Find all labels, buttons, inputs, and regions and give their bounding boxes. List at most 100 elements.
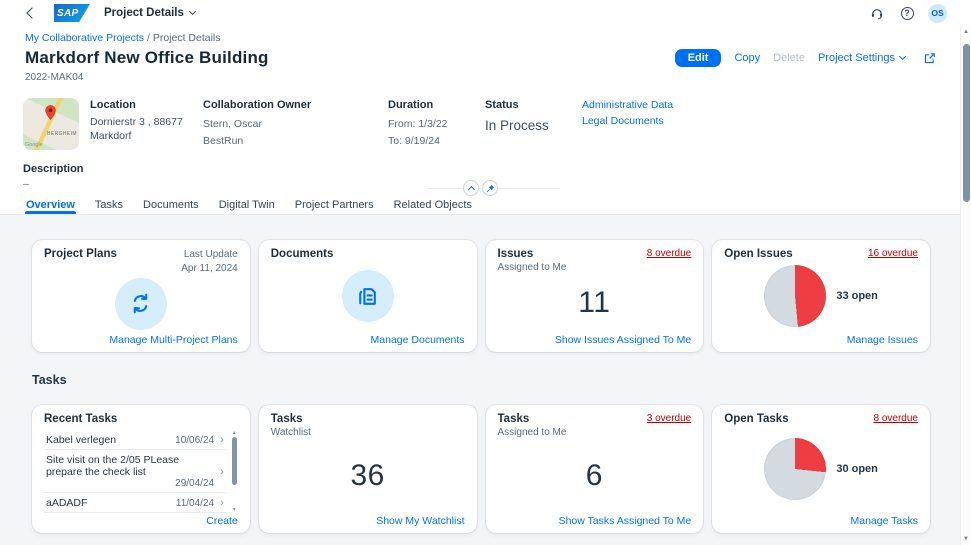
location-value: Dornierstr 3 , 88677 Markdorf [90, 115, 183, 143]
create-task-link[interactable]: Create [206, 515, 238, 527]
tab-digital-twin[interactable]: Digital Twin [218, 196, 276, 214]
tab-bar: Overview Tasks Documents Digital Twin Pr… [0, 196, 960, 215]
card-title: Tasks [497, 413, 530, 425]
card-title: Documents [270, 248, 334, 260]
card-open-issues: Open Issues 16 overdue 33 open Manage Is… [712, 240, 930, 352]
scroll-up-icon[interactable]: ▲ [231, 430, 238, 436]
overview-card-row: Project Plans Last Update Apr 11, 2024 M… [32, 240, 930, 352]
task-name: aADADF [46, 497, 88, 509]
task-date: 10/06/24 [175, 434, 215, 446]
task-date: 29/04/24 [175, 478, 215, 489]
project-settings-menu[interactable]: Project Settings [818, 52, 907, 64]
show-my-watchlist-link[interactable]: Show My Watchlist [376, 515, 464, 527]
shell-bar: SAP Project Details ? OS [0, 0, 971, 26]
header-actions: Edit Copy Delete Project Settings [674, 47, 940, 69]
card-tasks-watchlist: Tasks Watchlist 36 Show My Watchlist [258, 405, 477, 533]
scroll-down-icon[interactable]: ▼ [231, 507, 238, 513]
card-recent-tasks: Recent Tasks Kabel verlegen 10/06/24 › S… [32, 405, 250, 533]
chevron-right-icon: › [220, 434, 224, 446]
duration-from: From: 1/3/22 [388, 117, 448, 130]
tasks-card-row: Recent Tasks Kabel verlegen 10/06/24 › S… [32, 405, 930, 533]
chevron-right-icon: › [220, 497, 224, 509]
manage-issues-link[interactable]: Manage Issues [847, 334, 918, 346]
open-tasks-count-label: 30 open [836, 463, 878, 475]
description-label: Description [23, 163, 84, 175]
tab-project-partners[interactable]: Project Partners [294, 196, 375, 214]
list-scrollbar-thumb[interactable] [231, 437, 237, 486]
collapse-icon [467, 185, 475, 193]
card-title: Open Tasks [724, 413, 789, 425]
delete-button[interactable]: Delete [773, 52, 805, 64]
location-label: Location [90, 99, 136, 111]
sap-logo[interactable]: SAP [54, 4, 90, 22]
administrative-data-link[interactable]: Administrative Data [582, 99, 673, 111]
duration-label: Duration [388, 99, 434, 111]
tasks-assigned-count: 6 [585, 458, 603, 492]
breadcrumb-link-parent[interactable]: My Collaborative Projects [25, 32, 144, 44]
manage-tasks-link[interactable]: Manage Tasks [850, 515, 918, 527]
scroll-down-icon[interactable]: ▼ [961, 536, 971, 542]
card-title: Issues [497, 248, 534, 260]
overview-content: Project Plans Last Update Apr 11, 2024 M… [0, 215, 960, 545]
breadcrumb: My Collaborative Projects / Project Deta… [25, 32, 940, 44]
card-subtitle: Watchlist [270, 427, 311, 438]
list-scrollbar[interactable]: ▲ ▼ [231, 430, 238, 513]
manage-multi-project-plans-link[interactable]: Manage Multi-Project Plans [109, 334, 237, 346]
map-area-label: BERGHEIM [47, 131, 77, 137]
recent-tasks-list: Kabel verlegen 10/06/24 › Site visit on … [44, 430, 238, 513]
scroll-up-icon[interactable]: ▲ [961, 29, 971, 35]
app-title-menu[interactable]: Project Details [104, 7, 196, 19]
legal-documents-link[interactable]: Legal Documents [582, 115, 673, 127]
pin-header-button[interactable] [482, 180, 498, 196]
map-pin-icon [42, 104, 59, 124]
status-value: In Process [485, 117, 549, 133]
card-issues-assigned: Issues Assigned to Me 8 overdue 11 Show … [485, 240, 704, 352]
back-icon[interactable] [26, 7, 38, 19]
task-date: 11/04/24 [175, 497, 215, 509]
last-update-value: Apr 11, 2024 [181, 262, 238, 274]
task-list-item[interactable]: Kabel verlegen 10/06/24 › [44, 430, 226, 450]
card-title: Recent Tasks [44, 413, 118, 425]
copy-button[interactable]: Copy [734, 52, 760, 64]
owner-label: Collaboration Owner [203, 99, 312, 111]
open-issues-pie-chart [764, 265, 827, 327]
task-list-item[interactable]: aADADF 11/04/24 › [44, 493, 226, 513]
location-map-thumbnail[interactable]: BERGHEIM Google [23, 98, 79, 150]
tab-tasks[interactable]: Tasks [94, 196, 124, 214]
breadcrumb-separator: / [146, 32, 150, 44]
help-glyph: ? [904, 8, 910, 18]
page-title: Markdorf New Office Building [25, 48, 269, 67]
share-icon[interactable] [918, 47, 940, 69]
task-name: Site visit on the 2/05 PLease prepare th… [46, 454, 180, 478]
tab-overview[interactable]: Overview [25, 196, 76, 214]
card-title: Tasks [270, 413, 303, 425]
issues-overdue-link[interactable]: 8 overdue [647, 248, 691, 259]
tab-related-objects[interactable]: Related Objects [393, 196, 473, 214]
last-update-meta: Last Update Apr 11, 2024 [181, 248, 238, 275]
open-tasks-pie-chart [764, 438, 827, 500]
user-avatar[interactable]: OS [928, 3, 947, 23]
edit-button[interactable]: Edit [674, 49, 722, 67]
support-headset-icon[interactable] [866, 2, 888, 24]
app-title-label: Project Details [104, 7, 184, 19]
collapse-header-button[interactable] [463, 180, 479, 196]
tasks-overdue-link[interactable]: 3 overdue [647, 413, 691, 424]
tab-documents[interactable]: Documents [142, 196, 200, 214]
help-icon[interactable]: ? [896, 2, 918, 24]
chevron-right-icon: › [220, 465, 224, 478]
project-plans-icon [114, 277, 167, 330]
page-scrollbar[interactable]: ▲ ▼ [960, 26, 971, 545]
open-issues-count-label: 33 open [836, 290, 878, 302]
page-subtitle: 2022-MAK04 [25, 72, 84, 83]
open-tasks-overdue-link[interactable]: 8 overdue [874, 413, 918, 424]
owner-name: Stern, Oscar [203, 117, 262, 130]
show-issues-assigned-link[interactable]: Show Issues Assigned To Me [555, 334, 691, 346]
card-tasks-assigned: Tasks Assigned to Me 3 overdue 6 Show Ta… [485, 405, 704, 533]
page-scrollbar-thumb[interactable] [963, 44, 970, 202]
task-list-item[interactable]: Site visit on the 2/05 PLease prepare th… [44, 450, 226, 493]
duration-to: To: 9/19/24 [388, 135, 440, 148]
chevron-down-icon [188, 7, 196, 16]
open-issues-overdue-link[interactable]: 16 overdue [868, 248, 918, 259]
manage-documents-link[interactable]: Manage Documents [371, 334, 465, 346]
show-tasks-assigned-link[interactable]: Show Tasks Assigned To Me [559, 515, 692, 527]
